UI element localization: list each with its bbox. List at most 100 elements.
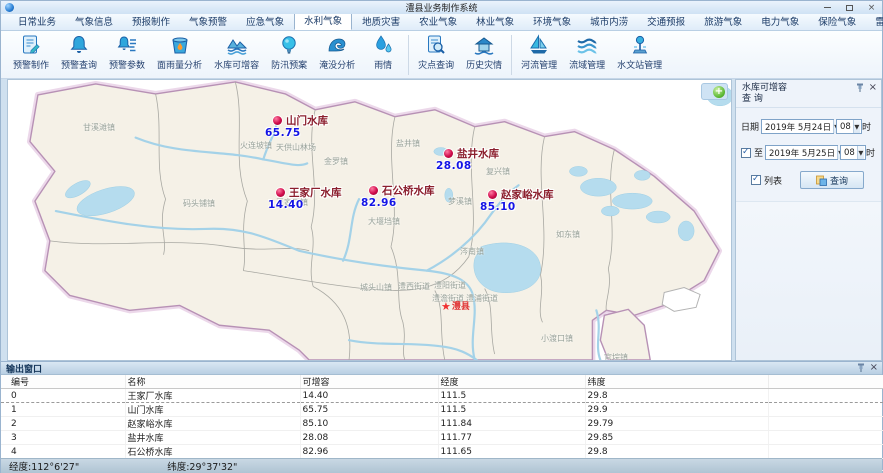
toolbar-button-doc-edit[interactable]: 预警制作 [7, 33, 55, 77]
column-header: 编号 [1, 375, 125, 389]
toolbar-button-sailboat[interactable]: 河流管理 [515, 33, 563, 77]
menu-tab-5[interactable]: 应急气象 [237, 12, 293, 30]
reservoir-value: 65.75 [265, 127, 301, 139]
toolbar-button-house-flood[interactable]: 历史灾情 [460, 33, 508, 77]
table-cell: 2 [1, 417, 125, 431]
menu-tab-14[interactable]: 电力气象 [752, 12, 808, 30]
town-label: 火连坡镇 [240, 140, 272, 151]
toolbar-button-label: 雨情 [374, 58, 392, 71]
output-close-icon[interactable]: × [870, 364, 878, 372]
table-cell: 山门水库 [125, 403, 300, 417]
wave-icon [326, 34, 348, 56]
table-row[interactable]: 1山门水库65.75111.529.9 [1, 403, 883, 417]
reservoir-value: 85.10 [480, 201, 516, 213]
table-cell: 29.85 [585, 431, 768, 445]
column-header: 纬度 [585, 375, 768, 389]
table-row[interactable]: 3盐井水库28.08111.7729.85 [1, 431, 883, 445]
menu-tab-13[interactable]: 旅游气象 [695, 12, 751, 30]
rain-gauge-icon [169, 34, 191, 56]
query-panel-title-line2: 查 询 [742, 94, 876, 105]
table-cell: 赵家峪水库 [125, 417, 300, 431]
waves-icon [576, 34, 598, 56]
minimize-button[interactable] [821, 3, 834, 12]
toolbar-button-raindrop[interactable]: 雨情 [361, 33, 405, 77]
to-hour-select[interactable]: 08▼ [840, 145, 866, 160]
toolbar-button-label: 防汛预案 [271, 58, 307, 71]
toolbar-button-rain-gauge[interactable]: 面雨量分析 [151, 33, 208, 77]
menu-tab-9[interactable]: 林业气象 [467, 12, 523, 30]
table-cell: 29.8 [585, 445, 768, 459]
sailboat-icon [528, 34, 550, 56]
table-row[interactable]: 4石公桥水库82.96111.6529.8 [1, 445, 883, 459]
town-label: 码头铺镇 [183, 198, 215, 209]
town-label: 盐井镇 [396, 138, 420, 149]
menu-tab-15[interactable]: 保险气象 [809, 12, 865, 30]
toolbar-button-bulb[interactable]: 防汛预案 [265, 33, 313, 77]
list-checkbox[interactable] [751, 175, 761, 185]
zoom-in-icon[interactable]: + [713, 86, 725, 98]
menu-tab-7[interactable]: 地质灾害 [353, 12, 409, 30]
toolbar-button-bell[interactable]: 预警查询 [55, 33, 103, 77]
reservoir-dot-icon[interactable] [276, 188, 285, 197]
table-cell: 85.10 [300, 417, 438, 431]
query-panel-header: 水库可增容 查 询 × [736, 80, 881, 108]
close-button[interactable]: × [865, 3, 878, 12]
hour-unit-label: 时 [866, 146, 875, 159]
toolbar-button-label: 面雨量分析 [157, 58, 202, 71]
menu-tab-11[interactable]: 城市内涝 [581, 12, 637, 30]
table-row[interactable]: 2赵家峪水库85.10111.8429.79 [1, 417, 883, 431]
toolbar-button-reservoir[interactable]: 水库可增容 [208, 33, 265, 77]
town-label: 小渡口镇 [541, 333, 573, 344]
chevron-down-icon[interactable]: ▼ [857, 146, 864, 159]
table-cell: 29.8 [585, 389, 768, 403]
reservoir-dot-icon[interactable] [488, 190, 497, 199]
county-star-marker: ★澧县 [441, 302, 470, 312]
to-date-checkbox[interactable] [741, 148, 751, 158]
titlebar: 澧县业务制作系统 × [1, 1, 882, 14]
menu-tab-4[interactable]: 气象预警 [180, 12, 236, 30]
map-zoom-control[interactable]: + [701, 83, 728, 100]
menu-tab-2[interactable]: 气象信息 [66, 12, 122, 30]
to-date-select[interactable]: 2019年 5月25日▼ [765, 145, 838, 160]
menu-tab-1[interactable]: 日常业务 [9, 12, 65, 30]
reservoir-dot-icon[interactable] [369, 186, 378, 195]
table-cell: 82.96 [300, 445, 438, 459]
menu-tab-3[interactable]: 预报制作 [123, 12, 179, 30]
table-cell: 29.9 [585, 403, 768, 417]
toolbar-button-bell-list[interactable]: 预警参数 [103, 33, 151, 77]
window-title: 澧县业务制作系统 [1, 1, 882, 14]
toolbar-button-label: 淹没分析 [319, 58, 355, 71]
menu-tab-12[interactable]: 交通预报 [638, 12, 694, 30]
panel-close-icon[interactable]: × [869, 84, 877, 92]
menu-tab-8[interactable]: 农业气象 [410, 12, 466, 30]
toolbar-button-search-doc[interactable]: 灾点查询 [412, 33, 460, 77]
reservoir-dot-icon[interactable] [273, 116, 282, 125]
table-row[interactable]: 0王家厂水库14.40111.529.8 [1, 389, 883, 403]
bulb-icon [278, 34, 300, 56]
hour-unit-label: 时 [862, 120, 871, 133]
list-query-row: 列表 查询 [741, 171, 878, 189]
query-button[interactable]: 查询 [800, 171, 864, 189]
pin-icon[interactable] [857, 363, 865, 372]
date-from-row: 日期 2019年 5月24日▼ 08▼ 时 [741, 119, 878, 134]
chevron-down-icon[interactable]: ▼ [853, 120, 860, 133]
reservoir-name: 王家厂水库 [289, 185, 342, 200]
reservoir-dot-icon[interactable] [444, 149, 453, 158]
menu-tab-16[interactable]: 雷电预警 [866, 12, 883, 30]
town-label: 大堰垱镇 [368, 216, 400, 227]
town-label: 甘溪滩镇 [83, 122, 115, 133]
toolbar-separator [511, 35, 512, 75]
reservoir-value: 14.40 [268, 199, 304, 211]
toolbar-button-hydro-station[interactable]: 水文站管理 [611, 33, 668, 77]
table-cell: 4 [1, 445, 125, 459]
toolbar-button-wave[interactable]: 淹没分析 [313, 33, 361, 77]
map-panel[interactable]: 甘溪滩镇码头铺镇火连坡镇天供山林场金罗镇盐井镇复兴镇梦溪镇王家厂镇大堰垱镇涔南镇… [7, 79, 732, 361]
maximize-button[interactable] [843, 3, 856, 12]
menu-tab-10[interactable]: 环境气象 [524, 12, 580, 30]
from-date-select[interactable]: 2019年 5月24日▼ [761, 119, 834, 134]
toolbar-button-waves[interactable]: 流域管理 [563, 33, 611, 77]
pin-icon[interactable] [856, 83, 864, 92]
from-hour-select[interactable]: 08▼ [836, 119, 862, 134]
toolbar-button-label: 历史灾情 [466, 58, 502, 71]
toolbar-button-label: 水文站管理 [617, 58, 662, 71]
